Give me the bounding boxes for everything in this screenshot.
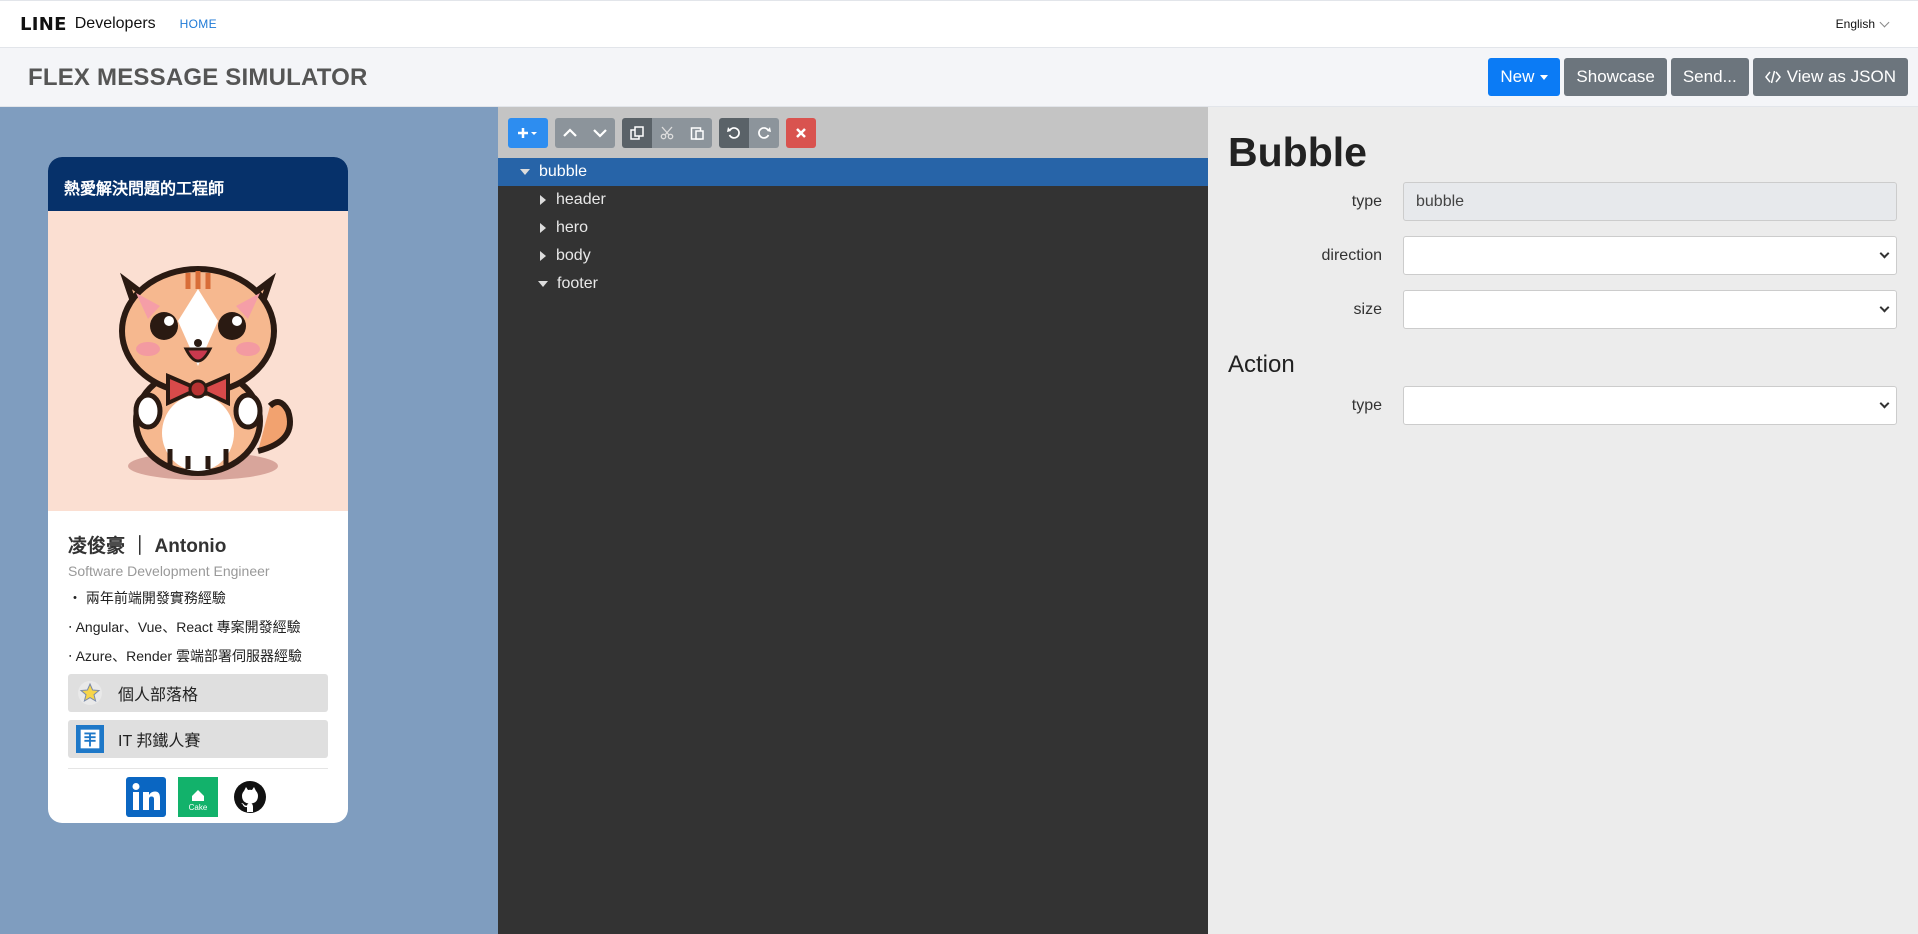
new-button[interactable]: New	[1488, 58, 1561, 96]
social-links: Cake	[68, 777, 328, 817]
new-button-label: New	[1500, 67, 1535, 86]
ironman-link-button[interactable]: IT 邦鐵人賽	[68, 720, 328, 758]
redo-icon	[758, 126, 771, 139]
code-icon	[1764, 70, 1781, 84]
blog-link-label: 個人部落格	[118, 687, 199, 704]
cake-icon-text: Cake	[189, 803, 208, 812]
chevron-down-icon	[1879, 398, 1890, 409]
action-type-label: type	[1351, 397, 1382, 414]
card-header: 熱愛解決問題的工程師	[48, 157, 348, 211]
star-icon	[76, 679, 104, 707]
paste-button[interactable]	[682, 117, 712, 148]
ironman-link-label: IT 邦鐵人賽	[118, 733, 201, 750]
move-up-button[interactable]	[555, 117, 585, 148]
developers-logo-text[interactable]: Developers	[75, 15, 156, 33]
tree-node-footer[interactable]: footer	[498, 270, 1208, 298]
experience-bullet: ‧ Angular、Vue、React 專案開發經驗	[68, 619, 301, 635]
tree-node-label: hero	[556, 219, 589, 236]
direction-select[interactable]	[1403, 236, 1897, 275]
copy-icon	[630, 125, 644, 140]
experience-bullet: ‧ 兩年前端開發實務經驗	[68, 590, 226, 606]
delete-button[interactable]	[786, 117, 816, 148]
tree-node-header[interactable]: header	[498, 186, 1208, 214]
undo-button[interactable]	[719, 117, 749, 148]
chevron-up-icon	[563, 127, 577, 137]
send-button[interactable]: Send...	[1670, 58, 1749, 96]
github-icon[interactable]	[230, 777, 270, 817]
home-link[interactable]: HOME	[180, 17, 217, 31]
preview-pane: 熱愛解決問題的工程師 凌俊豪 ｜ Antonio Software Develo…	[0, 107, 498, 934]
flex-bubble-preview: 熱愛解決問題的工程師 凌俊豪 ｜ Antonio Software Develo…	[48, 157, 348, 823]
cake-icon[interactable]: Cake	[178, 777, 218, 817]
tree-node-label: header	[556, 191, 606, 208]
caret-down-icon[interactable]	[538, 281, 548, 287]
tree-node-body[interactable]: body	[498, 242, 1208, 270]
language-label: English	[1835, 17, 1875, 31]
close-icon	[796, 127, 806, 138]
cut-button[interactable]	[652, 117, 682, 148]
clipboard-icon	[690, 126, 704, 140]
redo-button[interactable]	[749, 117, 779, 148]
properties-title: Bubble	[1228, 129, 1367, 175]
undo-icon	[727, 126, 740, 139]
card-body: 凌俊豪 ｜ Antonio Software Development Engin…	[48, 511, 348, 817]
line-logo[interactable]: LINE	[20, 14, 67, 35]
card-hero-image	[48, 211, 348, 511]
page-title: FLEX MESSAGE SIMULATOR	[28, 64, 368, 91]
top-navbar: LINE Developers HOME English	[0, 0, 1918, 48]
view-as-json-button[interactable]: View as JSON	[1752, 58, 1908, 96]
size-label: size	[1353, 301, 1382, 318]
chevron-down-icon	[1879, 248, 1890, 259]
size-select[interactable]	[1403, 290, 1897, 329]
tree-node-hero[interactable]: hero	[498, 214, 1208, 242]
caret-down-icon	[1540, 74, 1549, 80]
chevron-down-icon	[593, 128, 607, 138]
blog-link-button[interactable]: 個人部落格	[68, 674, 328, 712]
view-as-json-label: View as JSON	[1786, 67, 1896, 86]
direction-label: direction	[1321, 247, 1382, 264]
action-type-select[interactable]	[1403, 386, 1897, 425]
properties-pane: Bubble type bubble direction size Action…	[1208, 107, 1918, 934]
tree-node-bubble[interactable]: bubble	[498, 158, 1208, 186]
header-actions: New Showcase Send... View as JSON	[1488, 58, 1908, 96]
showcase-button[interactable]: Showcase	[1564, 58, 1667, 96]
linkedin-icon[interactable]	[126, 777, 166, 817]
type-value: bubble	[1416, 192, 1465, 210]
profile-name: 凌俊豪 ｜ Antonio	[68, 536, 227, 557]
type-field[interactable]: bubble	[1403, 182, 1897, 221]
cat-illustration-icon	[119, 266, 293, 480]
chevron-down-icon	[1879, 302, 1890, 313]
scissors-icon	[660, 126, 674, 139]
experience-bullet: ‧ Azure、Render 雲端部署伺服器經驗	[68, 648, 302, 664]
footer-separator	[68, 768, 328, 769]
caret-down-icon[interactable]	[520, 169, 530, 175]
chevron-down-icon	[1879, 17, 1890, 27]
copy-button[interactable]	[622, 117, 652, 148]
simulator-header: FLEX MESSAGE SIMULATOR New Showcase Send…	[0, 48, 1918, 107]
tree-node-label: body	[556, 247, 591, 264]
language-selector[interactable]: English	[1835, 17, 1890, 31]
action-section-title: Action	[1228, 351, 1295, 378]
profile-role: Software Development Engineer	[68, 563, 270, 579]
component-tree-pane: bubble header hero body footer	[498, 107, 1208, 934]
type-label: type	[1351, 193, 1382, 210]
tree-toolbar	[498, 107, 1208, 158]
plus-icon	[518, 127, 537, 138]
ironman-icon	[76, 725, 104, 753]
component-tree: bubble header hero body footer	[498, 158, 1208, 298]
tree-node-label: bubble	[539, 163, 588, 180]
caret-right-icon[interactable]	[540, 195, 546, 205]
caret-right-icon[interactable]	[540, 223, 546, 233]
caret-right-icon[interactable]	[540, 251, 546, 261]
move-down-button[interactable]	[585, 117, 615, 148]
add-component-button[interactable]	[508, 117, 548, 148]
tree-node-label: footer	[557, 275, 598, 292]
